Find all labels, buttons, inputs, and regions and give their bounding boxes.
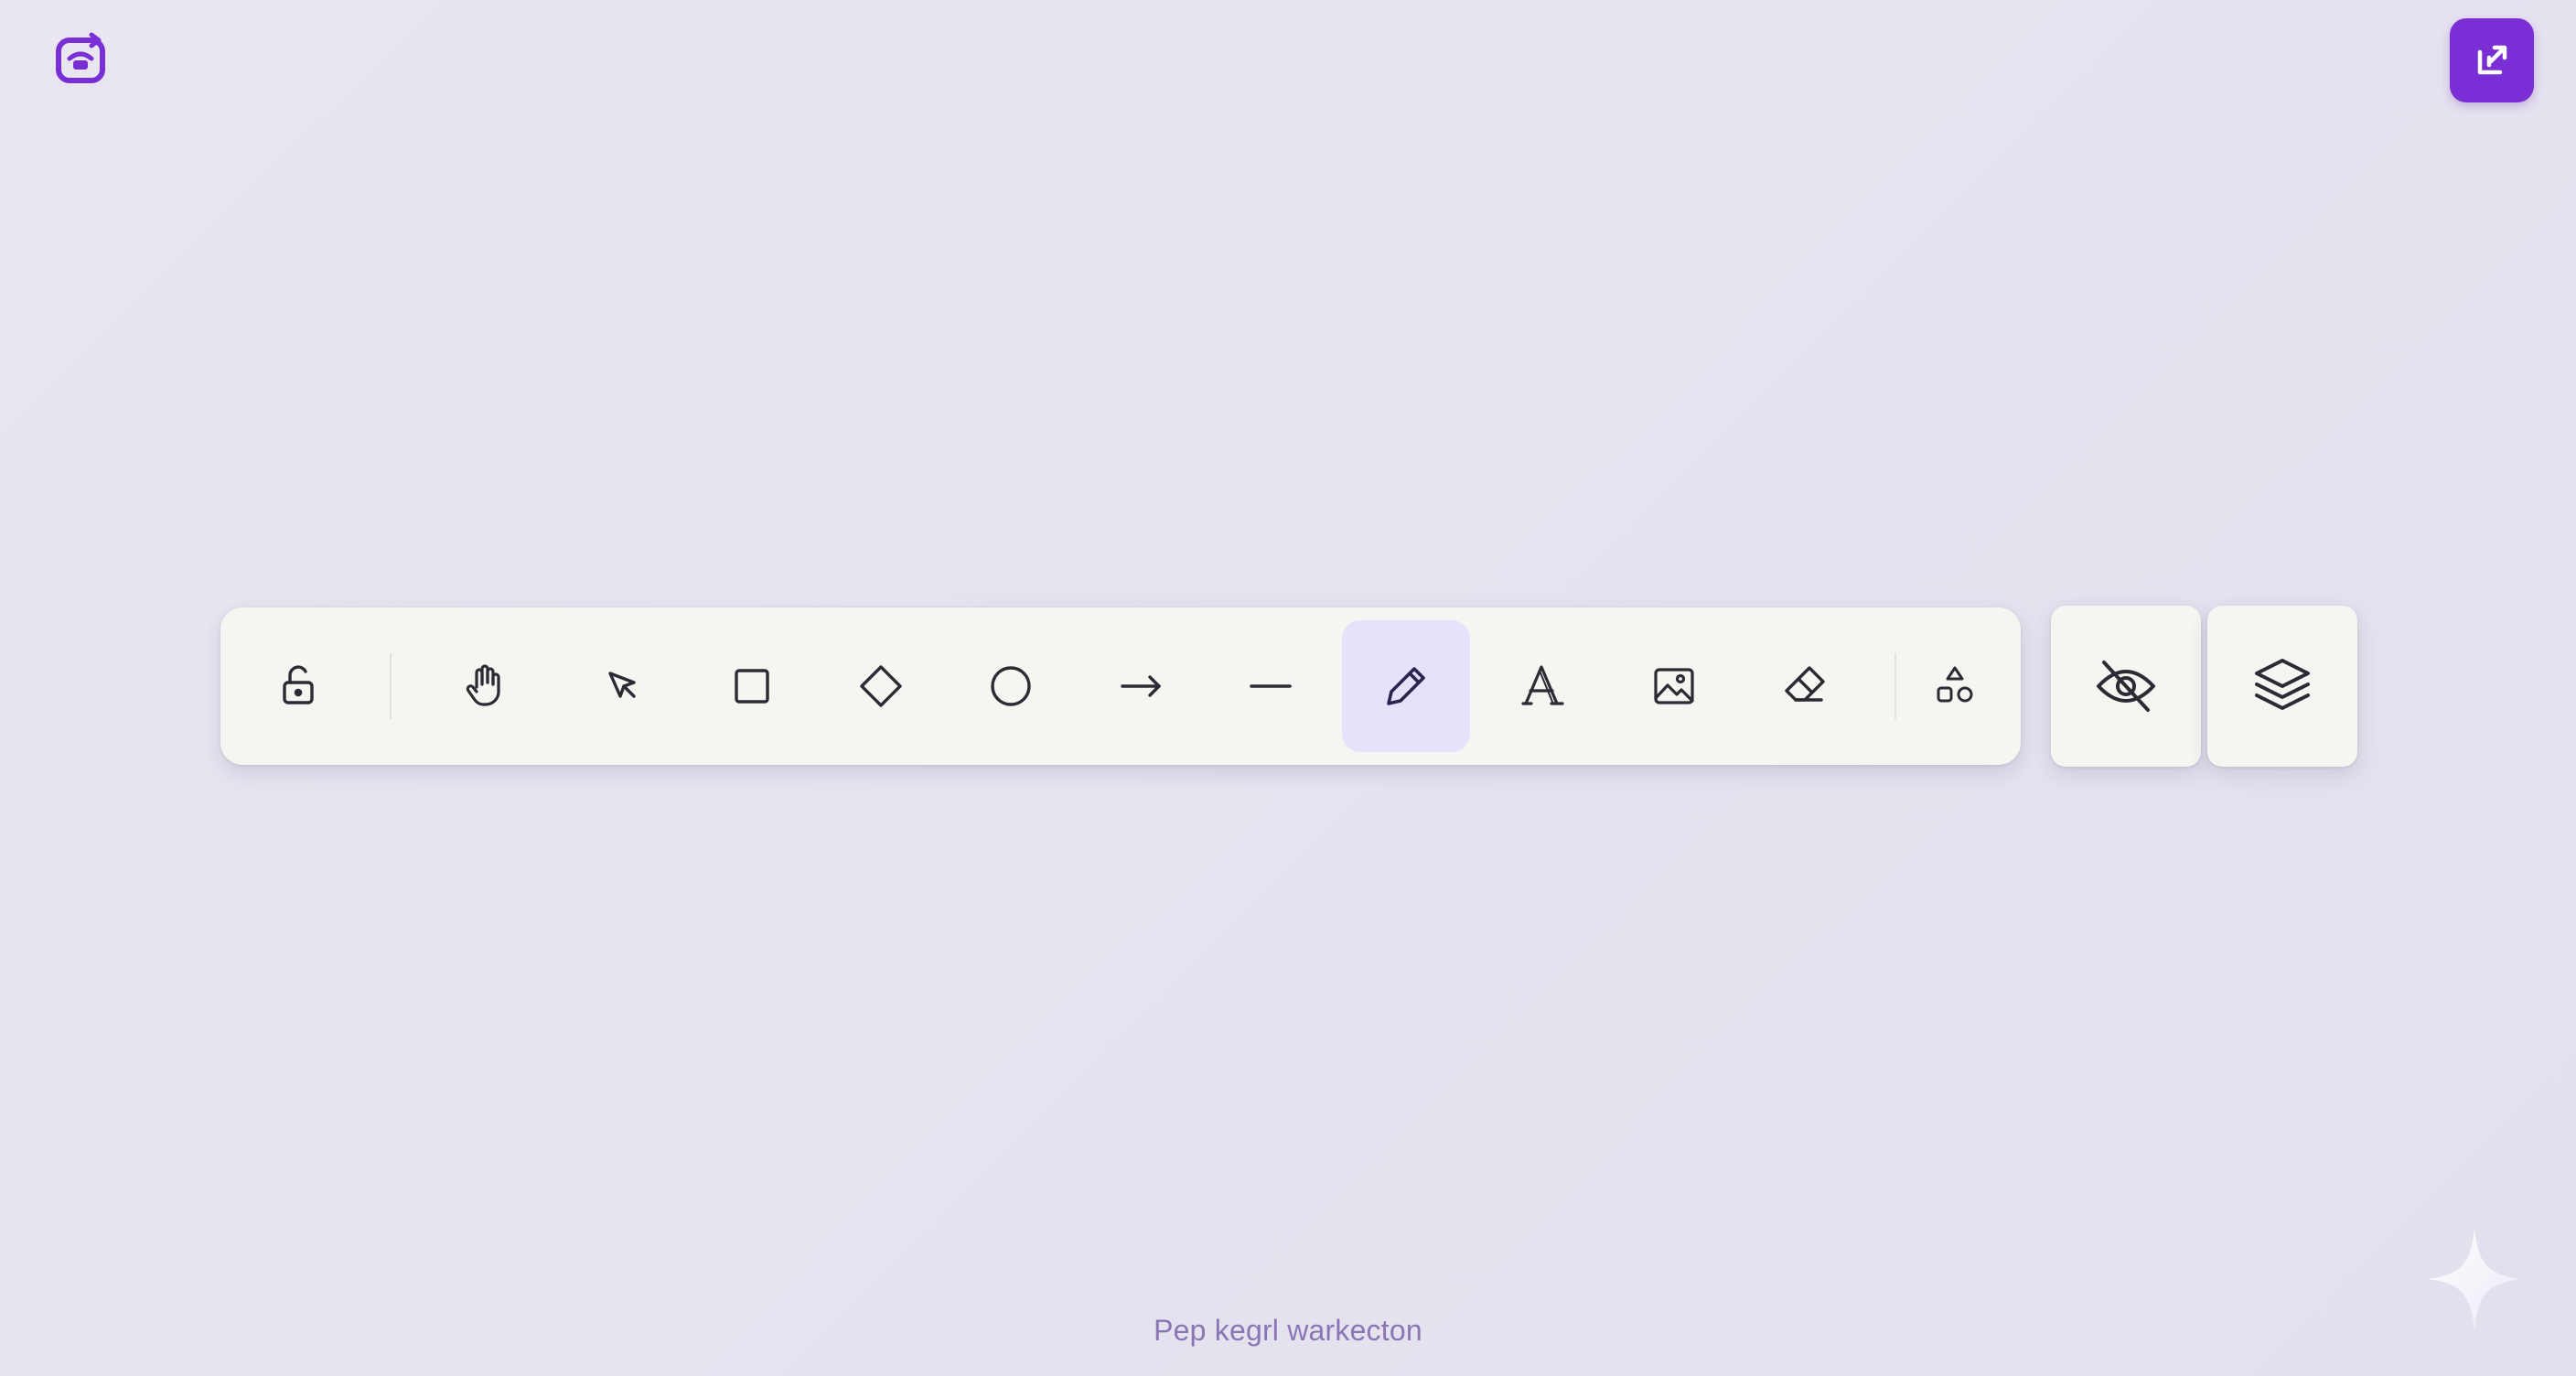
sparkle-icon	[2428, 1228, 2521, 1330]
tool-draw[interactable]	[1342, 620, 1470, 752]
tool-lock[interactable]	[234, 620, 362, 752]
image-icon	[1654, 668, 1694, 704]
tool-shapes[interactable]	[1891, 620, 2019, 752]
rectangle-icon	[735, 669, 769, 704]
lock-open-icon	[283, 665, 314, 704]
tool-rectangle[interactable]	[688, 620, 816, 752]
pencil-icon	[1387, 667, 1425, 705]
tool-ellipse[interactable]	[947, 620, 1075, 752]
tool-diamond[interactable]	[817, 620, 945, 752]
eye-off-icon	[2097, 661, 2155, 712]
tool-palette	[220, 607, 2021, 765]
tool-image[interactable]	[1610, 620, 1738, 752]
expand-arrow-icon	[2477, 45, 2507, 75]
sparkle-watermark	[2426, 1226, 2523, 1332]
tool-text[interactable]	[1479, 620, 1607, 752]
arrow-right-icon	[1121, 675, 1161, 697]
tool-eraser[interactable]	[1741, 620, 1869, 752]
diamond-icon	[860, 665, 902, 707]
tool-line[interactable]	[1207, 620, 1335, 752]
pointer-icon	[608, 672, 636, 698]
layers-button[interactable]	[2207, 606, 2357, 767]
eraser-icon	[1785, 666, 1825, 702]
app-logo-icon	[56, 32, 105, 83]
expand-button[interactable]	[2450, 18, 2534, 102]
tool-arrow[interactable]	[1078, 620, 1206, 752]
tool-hand[interactable]	[421, 620, 549, 752]
toolbar-divider	[390, 653, 392, 719]
visibility-toggle-button[interactable]	[2051, 606, 2201, 767]
circle-icon	[991, 666, 1031, 706]
text-icon	[1521, 665, 1564, 705]
app-logo[interactable]	[48, 27, 113, 93]
tool-select[interactable]	[559, 620, 687, 752]
footer-caption: Pep kegrl warkecton	[1154, 1314, 1422, 1347]
line-icon	[1250, 684, 1292, 688]
hand-icon	[466, 664, 500, 706]
shapes-icon	[1937, 666, 1973, 703]
layers-icon	[2255, 659, 2310, 710]
